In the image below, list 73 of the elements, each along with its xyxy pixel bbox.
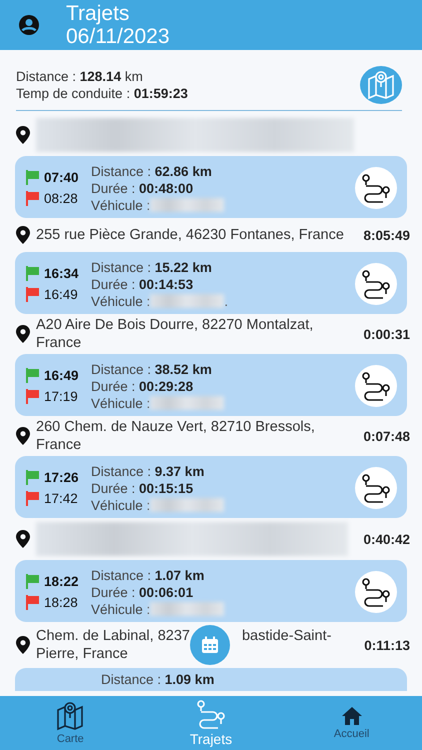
- start-time: 16:49: [44, 368, 79, 383]
- map-button[interactable]: [360, 66, 402, 104]
- route-button[interactable]: [355, 365, 397, 407]
- nav-tab[interactable]: Trajets: [156, 699, 266, 747]
- screen-title: Trajets: [66, 2, 130, 25]
- address-text: bastide-Saint-: [242, 627, 332, 645]
- start-time: 17:26: [44, 470, 79, 485]
- trip-duration-text: Durée : 00:29:28: [91, 378, 194, 394]
- stop-duration: 0:11:13: [364, 638, 410, 652]
- location-pin-icon: [16, 126, 30, 144]
- driving-time-text: Temp de conduite : 01:59:23: [16, 85, 188, 102]
- route-button[interactable]: [355, 263, 397, 305]
- vehicle-label: Véhicule :: [91, 196, 150, 214]
- stop-duration: 0:00:31: [363, 326, 410, 342]
- end-time: 17:19: [44, 389, 78, 404]
- trip-distance-text: Distance : 62.86 km: [91, 162, 213, 180]
- date-title: 06/11/2023: [66, 25, 170, 48]
- vehicle-label: Véhicule :: [91, 292, 150, 310]
- trip-distance-text: Distance : 15.22 km: [91, 258, 213, 276]
- total-distance-text: Distance : 128.14 km: [16, 68, 144, 85]
- stop-duration: 0:07:48: [363, 428, 410, 444]
- end-flag-icon: [25, 287, 40, 302]
- home-icon: [340, 706, 363, 726]
- start-flag-icon: [25, 470, 40, 485]
- start-flag-icon: [25, 368, 40, 383]
- map-pin-icon: [55, 701, 86, 731]
- vehicle-label: Véhicule :: [91, 600, 150, 618]
- trip-duration-text: Durée : 00:15:15: [91, 480, 194, 496]
- calendar-icon: [201, 636, 219, 654]
- start-flag-icon: [25, 266, 40, 281]
- trip-distance-text: Distance : 1.09 km: [101, 672, 214, 687]
- user-avatar-icon[interactable]: [18, 14, 40, 36]
- vehicle-suffix: .: [224, 292, 228, 310]
- trip-distance-text: Distance : 1.07 km: [91, 566, 206, 584]
- trip-duration-text: Durée : 00:14:53: [91, 276, 194, 292]
- address-text: Pierre, France: [36, 646, 128, 662]
- start-time: 18:22: [44, 574, 79, 589]
- start-flag-icon: [25, 170, 40, 185]
- calendar-button[interactable]: [190, 625, 230, 665]
- location-pin-icon: [16, 636, 30, 654]
- stop-duration: 8:05:49: [363, 228, 410, 242]
- end-time: 18:28: [44, 595, 78, 610]
- start-time: 07:40: [44, 170, 79, 185]
- trip-duration-text: Durée : 00:48:00: [91, 180, 194, 196]
- vehicle-label: Véhicule :: [91, 496, 150, 514]
- end-time: 17:42: [44, 491, 78, 506]
- route-button[interactable]: [355, 167, 397, 209]
- route-button[interactable]: [355, 571, 397, 613]
- start-flag-icon: [25, 574, 40, 589]
- address-text: 255 rue Pièce Grande, 46230 Fontanes, France: [36, 226, 344, 244]
- location-pin-icon: [16, 530, 30, 548]
- map-pin-icon: [366, 70, 396, 100]
- trip-distance-text: Distance : 38.52 km: [91, 360, 213, 378]
- nav-tab[interactable]: Carte: [15, 701, 126, 745]
- end-flag-icon: [25, 389, 40, 404]
- trip-distance-text: Distance : 9.37 km: [91, 462, 206, 480]
- address-text: 260 Chem. de Nauze Vert, 82710 Bressols, France: [36, 418, 316, 454]
- end-time: 16:49: [44, 287, 78, 302]
- stop-duration: 0:40:42: [363, 532, 410, 546]
- vehicle-label: Véhicule :: [91, 394, 150, 412]
- end-flag-icon: [25, 191, 40, 206]
- address-text: A20 Aire De Bois Dourre, 82270 Montalzat, France: [36, 316, 314, 352]
- end-time: 08:28: [44, 191, 78, 206]
- end-flag-icon: [25, 491, 40, 506]
- route-button[interactable]: [355, 467, 397, 509]
- location-pin-icon: [16, 325, 30, 343]
- end-flag-icon: [25, 595, 40, 610]
- trip-duration-text: Durée : 00:06:01: [91, 584, 194, 600]
- address-text: Chem. de Labinal, 8237: [36, 627, 190, 645]
- start-time: 16:34: [44, 266, 79, 281]
- location-pin-icon: [16, 427, 30, 445]
- nav-tab[interactable]: Accueil: [296, 706, 407, 740]
- location-pin-icon: [16, 226, 30, 244]
